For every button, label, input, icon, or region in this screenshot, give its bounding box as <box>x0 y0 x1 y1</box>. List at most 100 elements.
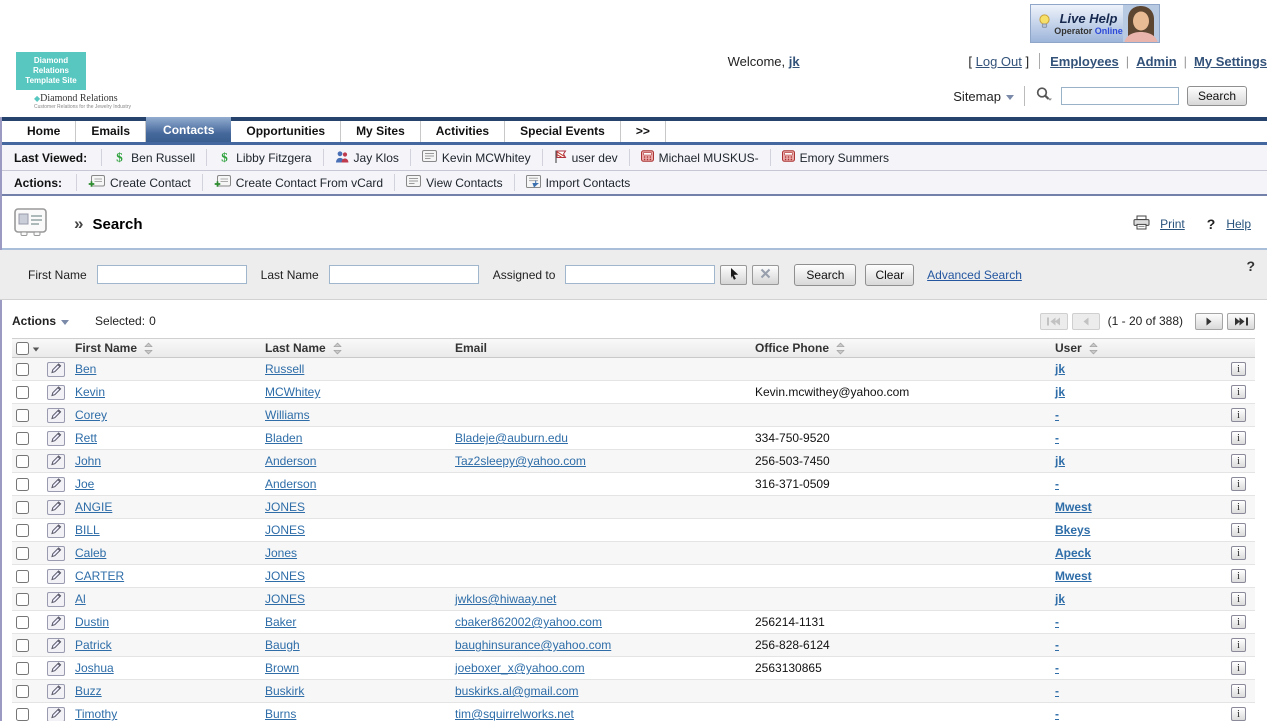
last-name-link[interactable]: Jones <box>265 546 297 560</box>
email-link[interactable]: cbaker862002@yahoo.com <box>455 615 602 629</box>
assigned-user-link[interactable]: - <box>1055 638 1059 652</box>
nav-tab[interactable]: Opportunities <box>231 121 342 142</box>
edit-icon[interactable] <box>47 522 65 538</box>
site-search-button[interactable]: Search <box>1186 86 1247 106</box>
top-nav-link[interactable]: Admin <box>1136 54 1176 69</box>
edit-icon[interactable] <box>47 407 65 423</box>
last-viewed-item[interactable]: $ Ben Russell <box>101 149 206 166</box>
action-item[interactable]: Create Contact From vCard <box>201 174 394 191</box>
first-name-link[interactable]: Joe <box>75 477 94 491</box>
row-checkbox[interactable] <box>16 431 29 445</box>
first-name-link[interactable]: Buzz <box>75 684 102 698</box>
panel-help-icon[interactable]: ? <box>1246 258 1255 274</box>
assigned-user-link[interactable]: jk <box>1055 454 1065 468</box>
assigned-user-link[interactable]: Mwest <box>1055 500 1092 514</box>
info-icon[interactable]: i <box>1231 615 1246 629</box>
search-scope-icon[interactable] <box>1035 86 1053 106</box>
assigned-user-link[interactable]: - <box>1055 684 1059 698</box>
last-viewed-item[interactable]: user dev <box>541 149 629 166</box>
sort-icon[interactable] <box>332 342 342 355</box>
assigned-user-link[interactable]: - <box>1055 707 1059 721</box>
edit-icon[interactable] <box>47 384 65 400</box>
clear-user-button[interactable] <box>752 264 780 285</box>
email-link[interactable]: tim@squirrelworks.net <box>455 707 574 721</box>
nav-tab[interactable]: My Sites <box>341 121 421 142</box>
last-name-link[interactable]: JONES <box>265 569 305 583</box>
action-item[interactable]: View Contacts <box>394 174 513 191</box>
logout-link[interactable]: Log Out <box>976 54 1022 69</box>
first-name-link[interactable]: Dustin <box>75 615 109 629</box>
last-name-link[interactable]: Burns <box>265 707 296 721</box>
search-button[interactable]: Search <box>794 263 857 286</box>
row-checkbox[interactable] <box>16 638 29 652</box>
info-icon[interactable]: i <box>1231 408 1246 422</box>
nav-tab[interactable]: Special Events <box>505 121 621 142</box>
info-icon[interactable]: i <box>1231 431 1246 445</box>
edit-icon[interactable] <box>47 637 65 653</box>
first-name-link[interactable]: Timothy <box>75 707 117 721</box>
assigned-user-link[interactable]: jk <box>1055 385 1065 399</box>
column-header[interactable]: First Name <box>75 341 265 355</box>
assigned-user-link[interactable]: - <box>1055 615 1059 629</box>
edit-icon[interactable] <box>47 453 65 469</box>
last-name-link[interactable]: Bladen <box>265 431 302 445</box>
info-icon[interactable]: i <box>1231 454 1246 468</box>
first-name-link[interactable]: Al <box>75 592 86 606</box>
pagination-last-button[interactable] <box>1227 312 1255 330</box>
first-name-link[interactable]: BILL <box>75 523 100 537</box>
row-checkbox[interactable] <box>16 707 29 721</box>
action-item[interactable]: Import Contacts <box>513 174 642 191</box>
pagination-next-button[interactable] <box>1195 312 1223 330</box>
email-link[interactable]: baughinsurance@yahoo.com <box>455 638 611 652</box>
edit-icon[interactable] <box>47 430 65 446</box>
sort-icon[interactable] <box>836 342 845 355</box>
email-link[interactable]: Taz2sleepy@yahoo.com <box>455 454 586 468</box>
last-viewed-item[interactable]: $ Libby Fitzgera <box>206 149 322 166</box>
info-icon[interactable]: i <box>1231 707 1246 721</box>
row-checkbox[interactable] <box>16 454 29 468</box>
last-viewed-item[interactable]: Michael MUSKUS- <box>628 149 770 166</box>
assigned-user-link[interactable]: jk <box>1055 362 1065 376</box>
row-checkbox[interactable] <box>16 477 29 491</box>
info-icon[interactable]: i <box>1231 684 1246 698</box>
edit-icon[interactable] <box>47 499 65 515</box>
select-user-button[interactable] <box>720 264 748 285</box>
row-checkbox[interactable] <box>16 500 29 514</box>
sitemap-menu[interactable]: Sitemap <box>953 89 1014 104</box>
list-actions-menu[interactable]: Actions <box>12 314 70 328</box>
info-icon[interactable]: i <box>1231 500 1246 514</box>
select-menu-icon[interactable] <box>32 347 40 351</box>
info-icon[interactable]: i <box>1231 385 1246 399</box>
email-link[interactable]: jwklos@hiwaay.net <box>455 592 556 606</box>
last-name-link[interactable]: Baugh <box>265 638 300 652</box>
edit-icon[interactable] <box>47 476 65 492</box>
assigned-user-link[interactable]: Apeck <box>1055 546 1091 560</box>
last-name-link[interactable]: Williams <box>265 408 310 422</box>
assigned-to-input[interactable] <box>565 265 716 284</box>
assigned-user-link[interactable]: - <box>1055 477 1059 491</box>
edit-icon[interactable] <box>47 706 65 721</box>
last-name-link[interactable]: JONES <box>265 592 305 606</box>
column-header[interactable]: User <box>1055 341 1231 355</box>
last-name-link[interactable]: Russell <box>265 362 304 376</box>
column-header[interactable]: Email <box>455 341 755 355</box>
first-name-link[interactable]: Joshua <box>75 661 114 675</box>
row-checkbox[interactable] <box>16 523 29 537</box>
print-link[interactable]: Print <box>1160 217 1185 231</box>
assigned-user-link[interactable]: - <box>1055 408 1059 422</box>
first-name-link[interactable]: CARTER <box>75 569 124 583</box>
row-checkbox[interactable] <box>16 546 29 560</box>
last-name-link[interactable]: Anderson <box>265 477 316 491</box>
advanced-search-link[interactable]: Advanced Search <box>927 268 1022 282</box>
nav-tab[interactable]: Emails <box>76 121 147 142</box>
site-search-input[interactable] <box>1060 87 1179 105</box>
sort-icon[interactable] <box>144 342 153 355</box>
column-header[interactable]: Office Phone <box>755 341 1055 355</box>
sort-icon[interactable] <box>1088 342 1098 355</box>
company-logo[interactable]: Diamond Relations Template Site ◆Diamond… <box>16 52 136 110</box>
email-link[interactable]: buskirks.al@gmail.com <box>455 684 579 698</box>
assigned-user-link[interactable]: jk <box>1055 592 1065 606</box>
last-name-link[interactable]: Buskirk <box>265 684 304 698</box>
info-icon[interactable]: i <box>1231 638 1246 652</box>
first-name-link[interactable]: Ben <box>75 362 96 376</box>
